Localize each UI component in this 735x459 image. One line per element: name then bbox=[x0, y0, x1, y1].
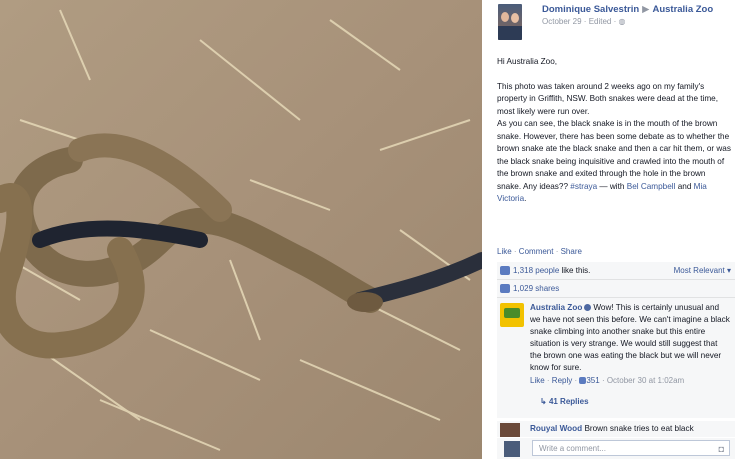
likes-count-link[interactable]: 1,318 people bbox=[513, 266, 559, 275]
comment-rouyal-wood: Rouyal Wood Brown snake tries to eat bla… bbox=[497, 421, 735, 437]
post-meta: October 29 · Edited · ◍ bbox=[542, 17, 625, 26]
comment-like-action[interactable]: Like bbox=[530, 376, 545, 385]
comment-time[interactable]: October 30 at 1:02am bbox=[607, 376, 684, 385]
verified-badge-icon bbox=[584, 304, 592, 312]
globe-icon: ◍ bbox=[618, 17, 626, 26]
arrow-icon: ▶ bbox=[642, 4, 650, 15]
like-thumb-icon bbox=[500, 266, 510, 275]
camera-icon[interactable]: ◘ bbox=[719, 444, 724, 454]
tag-bel-campbell[interactable]: Bel Campbell bbox=[627, 182, 676, 191]
reply-arrow-icon: ↳ bbox=[540, 397, 547, 406]
commenter-avatar-2[interactable] bbox=[500, 423, 520, 437]
shares-count-link[interactable]: 1,029 shares bbox=[513, 284, 559, 293]
post-body: Hi Australia Zoo, This photo was taken a… bbox=[497, 56, 731, 218]
snake-photo-image bbox=[0, 0, 482, 459]
comment-australia-zoo: Australia Zoo Wow! This is certainly unus… bbox=[497, 298, 735, 418]
post-header: Dominique Salvestrin ▶ Australia Zoo Octob… bbox=[487, 0, 735, 44]
post-greeting: Hi Australia Zoo, bbox=[497, 57, 558, 66]
post-paragraph-2: As you can see, the black snake is in th… bbox=[497, 119, 731, 203]
post-author-line: Dominique Salvestrin ▶ Australia Zoo bbox=[542, 4, 713, 15]
comment-input[interactable]: Write a comment... ◘ bbox=[532, 440, 730, 456]
sort-dropdown[interactable]: Most Relevant ▾ bbox=[674, 266, 731, 275]
view-replies[interactable]: ↳ 41 Replies bbox=[540, 397, 589, 406]
share-action[interactable]: Share bbox=[561, 247, 582, 256]
commenter-name-2[interactable]: Rouyal Wood bbox=[530, 424, 582, 433]
comment-action[interactable]: Comment bbox=[519, 247, 554, 256]
post-date[interactable]: October 29 · Edited · bbox=[542, 17, 618, 26]
post-actions: Like · Comment · Share bbox=[497, 247, 582, 256]
snake-photo[interactable] bbox=[0, 0, 482, 459]
comment-actions: Like · Reply · 351 · October 30 at 1:02a… bbox=[530, 376, 685, 385]
comment-reply-action[interactable]: Reply bbox=[552, 376, 572, 385]
likes-summary: 1,318 people like this. Most Relevant ▾ bbox=[497, 262, 735, 280]
comment-text-2: Rouyal Wood Brown snake tries to eat bla… bbox=[530, 424, 694, 433]
comment-text: Australia Zoo Wow! This is certainly unus… bbox=[530, 303, 730, 372]
comment-composer: Write a comment... ◘ bbox=[497, 438, 735, 459]
author-avatar[interactable] bbox=[498, 4, 522, 40]
hashtag-link[interactable]: #straya bbox=[570, 182, 597, 191]
author-name[interactable]: Dominique Salvestrin bbox=[542, 4, 639, 15]
commenter-avatar[interactable] bbox=[500, 303, 524, 327]
commenter-name[interactable]: Australia Zoo bbox=[530, 303, 582, 312]
viewer-avatar bbox=[504, 441, 520, 457]
post-panel: Dominique Salvestrin ▶ Australia Zoo Octob… bbox=[487, 0, 735, 459]
share-icon bbox=[500, 284, 510, 293]
comment-like-count[interactable]: 351 bbox=[586, 376, 599, 385]
target-page-name[interactable]: Australia Zoo bbox=[652, 4, 713, 15]
shares-summary: 1,029 shares bbox=[497, 280, 735, 298]
post-paragraph-1: This photo was taken around 2 weeks ago … bbox=[497, 81, 719, 116]
like-action[interactable]: Like bbox=[497, 247, 512, 256]
chevron-down-icon: ▾ bbox=[726, 266, 731, 275]
